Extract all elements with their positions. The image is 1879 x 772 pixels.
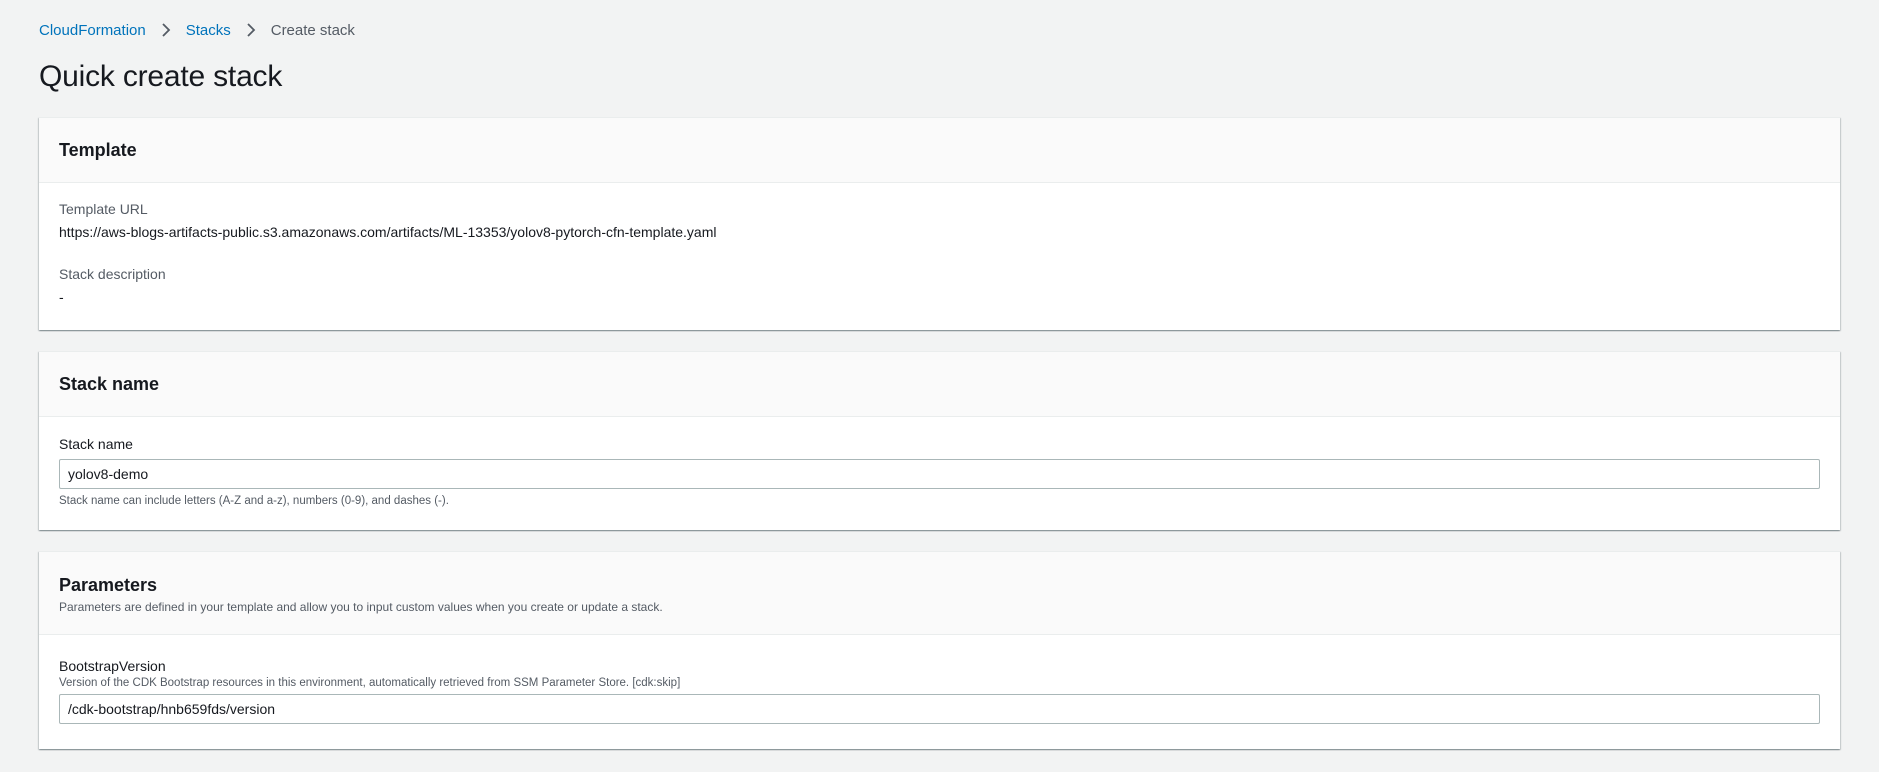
parameters-panel: Parameters Parameters are defined in you… [39, 551, 1840, 749]
template-panel-title: Template [59, 139, 137, 160]
stack-description-label: Stack description [59, 266, 166, 282]
stack-name-panel-body: Stack name Stack name can include letter… [39, 417, 1840, 507]
template-url-label: Template URL [59, 201, 148, 217]
template-panel-body: Template URL https://aws-blogs-artifacts… [39, 183, 1840, 305]
template-url-value: https://aws-blogs-artifacts-public.s3.am… [59, 224, 717, 240]
param-bootstrap-version-help: Version of the CDK Bootstrap resources i… [59, 677, 681, 689]
breadcrumb-create-stack: Create stack [270, 21, 355, 39]
param-bootstrap-version-input[interactable] [59, 694, 1820, 724]
breadcrumb-stacks[interactable]: Stacks [186, 22, 231, 39]
stack-description-value: - [59, 289, 64, 305]
stack-name-help: Stack name can include letters (A-Z and … [59, 495, 449, 507]
breadcrumb: CloudFormation Stacks Create stack [39, 19, 355, 41]
template-panel-header: Template [39, 118, 1840, 183]
stack-name-panel: Stack name Stack name Stack name can inc… [39, 351, 1840, 530]
breadcrumb-cloudformation[interactable]: CloudFormation [39, 22, 146, 39]
parameters-panel-body: BootstrapVersion Version of the CDK Boot… [39, 635, 1840, 724]
parameters-panel-description: Parameters are defined in your template … [59, 599, 663, 614]
template-panel: Template Template URL https://aws-blogs-… [39, 117, 1840, 330]
param-bootstrap-version-label: BootstrapVersion [59, 658, 166, 674]
page-title: Quick create stack [39, 60, 283, 93]
chevron-right-icon [244, 23, 258, 37]
stack-name-panel-header: Stack name [39, 352, 1840, 417]
stack-name-input[interactable] [59, 459, 1820, 489]
page: CloudFormation Stacks Create stack Quick… [0, 0, 1879, 772]
parameters-panel-header: Parameters Parameters are defined in you… [39, 552, 1840, 635]
chevron-right-icon [159, 23, 173, 37]
stack-name-label: Stack name [59, 436, 133, 452]
stack-name-panel-title: Stack name [59, 373, 160, 394]
parameters-panel-title: Parameters [59, 574, 158, 595]
